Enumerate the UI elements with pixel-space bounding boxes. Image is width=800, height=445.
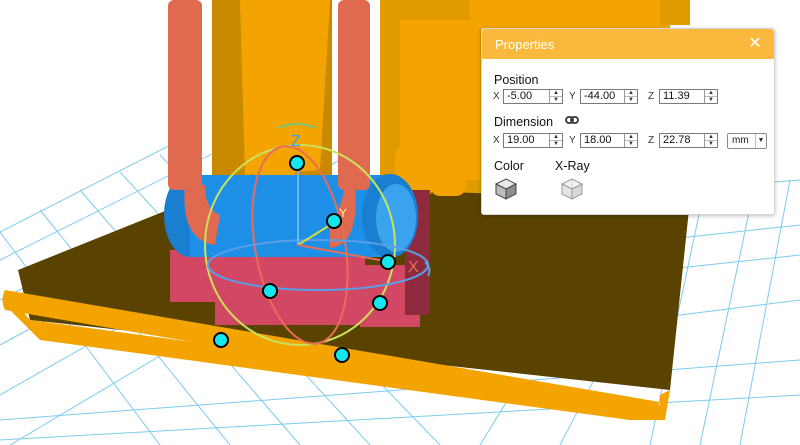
dimension-z-field[interactable]: 22.78 ▲ ▼ <box>659 133 718 148</box>
dimension-x-value: 19.00 <box>507 134 535 146</box>
close-icon[interactable]: ✕ <box>746 35 764 53</box>
position-x-field[interactable]: -5.00 ▲ ▼ <box>503 89 563 104</box>
dimension-y-axis-label: Y <box>569 135 576 146</box>
position-x-value: -5.00 <box>507 90 533 102</box>
gizmo-x-label: X <box>408 259 419 276</box>
xray-cube-icon[interactable] <box>560 177 584 201</box>
position-z-field[interactable]: 11.39 ▲ ▼ <box>659 89 718 104</box>
position-z-axis-label: Z <box>648 91 655 102</box>
gizmo-handle[interactable] <box>380 254 396 270</box>
decrement-icon[interactable]: ▼ <box>705 140 717 147</box>
decrement-icon[interactable]: ▼ <box>550 96 562 103</box>
decrement-icon[interactable]: ▼ <box>705 96 717 103</box>
dimension-z-axis-label: Z <box>648 135 655 146</box>
unit-select-value: mm <box>732 135 749 146</box>
panel-title: Properties <box>495 37 555 52</box>
position-y-axis-label: Y <box>569 91 576 102</box>
decrement-icon[interactable]: ▼ <box>625 140 637 147</box>
dimension-y-value: 18.00 <box>584 134 612 146</box>
gizmo-handle[interactable] <box>213 332 229 348</box>
dimension-z-value: 22.78 <box>663 134 691 146</box>
decrement-icon[interactable]: ▼ <box>625 96 637 103</box>
gizmo-handle[interactable] <box>262 283 278 299</box>
gizmo-handle[interactable] <box>326 213 342 229</box>
gizmo-handle[interactable] <box>372 295 388 311</box>
color-label: Color <box>494 159 524 173</box>
position-z-value: 11.39 <box>663 90 690 102</box>
dimension-y-field[interactable]: 18.00 ▲ ▼ <box>580 133 638 148</box>
gizmo-handle[interactable] <box>289 155 305 171</box>
xray-label: X-Ray <box>555 159 590 173</box>
gizmo-handle[interactable] <box>334 347 350 363</box>
unit-select[interactable]: mm ▼ <box>727 133 767 149</box>
dimension-x-axis-label: X <box>493 135 500 146</box>
properties-panel-header[interactable]: Properties ✕ <box>482 29 774 59</box>
chevron-down-icon: ▼ <box>755 134 766 148</box>
lock-proportions-icon[interactable] <box>565 115 579 125</box>
color-cube-icon[interactable] <box>494 177 518 201</box>
position-y-value: -44.00 <box>584 90 616 102</box>
position-y-field[interactable]: -44.00 ▲ ▼ <box>580 89 638 104</box>
dimension-label: Dimension <box>494 115 554 129</box>
dimension-x-field[interactable]: 19.00 ▲ ▼ <box>503 133 563 148</box>
position-label: Position <box>494 73 539 87</box>
position-x-axis-label: X <box>493 91 500 102</box>
gizmo-z-label: Z <box>291 133 301 150</box>
decrement-icon[interactable]: ▼ <box>550 140 562 147</box>
properties-panel: Properties ✕ Position X -5.00 ▲ ▼ Y -44.0… <box>481 28 775 215</box>
